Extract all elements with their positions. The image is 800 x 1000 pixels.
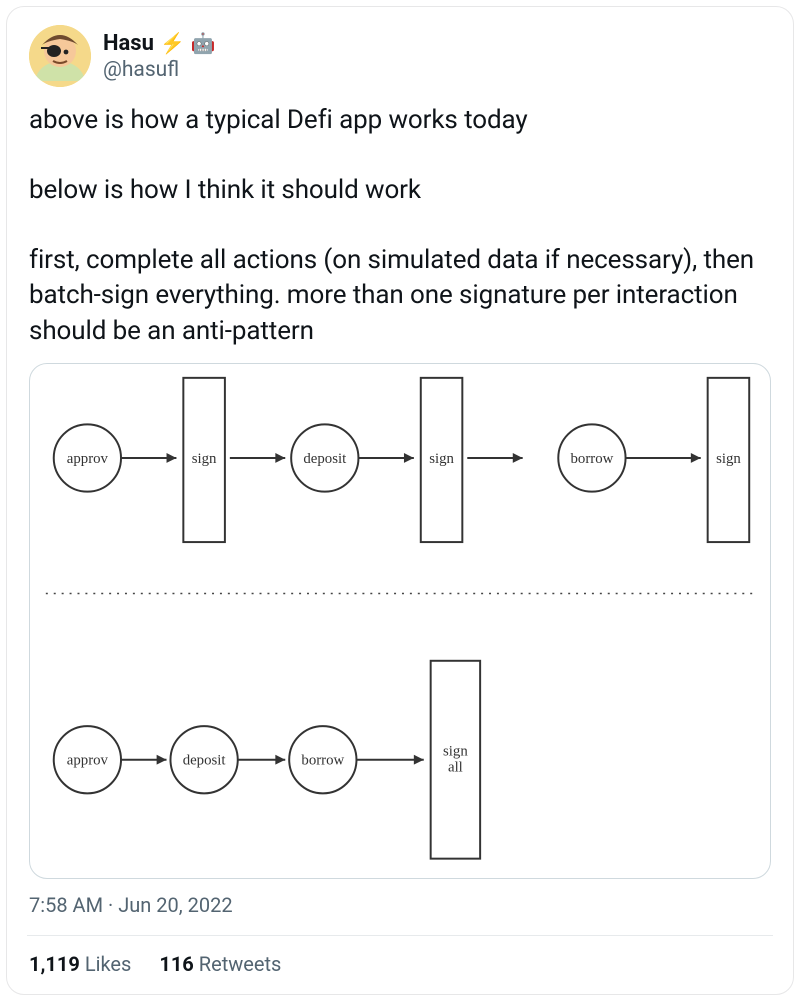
- node-sign-3: sign: [716, 451, 741, 467]
- node-deposit-bottom: deposit: [183, 752, 227, 768]
- node-approv-top: approv: [67, 451, 109, 467]
- node-approv-bottom: approv: [67, 752, 109, 768]
- tweet-header: Hasu ⚡ 🤖 @hasufl: [29, 25, 771, 87]
- timestamp[interactable]: 7:58 AM · Jun 20, 2022: [29, 893, 771, 917]
- tweet-media-diagram[interactable]: approv sign deposit sign borrow: [29, 363, 771, 879]
- timestamp-time: 7:58 AM: [29, 893, 103, 917]
- robot-icon: 🤖: [191, 31, 216, 55]
- author-name: Hasu: [103, 31, 154, 56]
- author-name-line[interactable]: Hasu ⚡ 🤖: [103, 31, 216, 56]
- retweets-label: Retweets: [199, 952, 282, 976]
- tweet-text: above is how a typical Defi app works to…: [29, 103, 771, 349]
- likes[interactable]: 1,119Likes: [29, 952, 131, 976]
- tweet-container: Hasu ⚡ 🤖 @hasufl above is how a typical …: [6, 6, 794, 995]
- node-sign-all-line1: sign: [443, 743, 468, 759]
- likes-label: Likes: [85, 952, 132, 976]
- likes-count: 1,119: [29, 952, 80, 976]
- author-block: Hasu ⚡ 🤖 @hasufl: [103, 31, 216, 82]
- node-sign-1: sign: [192, 451, 217, 467]
- node-deposit-top: deposit: [303, 451, 347, 467]
- tweet-stats: 1,119Likes 116Retweets: [29, 952, 771, 976]
- node-borrow-top: borrow: [571, 451, 614, 467]
- divider: [27, 935, 773, 936]
- retweets[interactable]: 116Retweets: [159, 952, 281, 976]
- avatar[interactable]: [29, 25, 91, 87]
- lightning-icon: ⚡: [160, 31, 185, 55]
- node-sign-2: sign: [429, 451, 454, 467]
- node-borrow-bottom: borrow: [301, 752, 344, 768]
- timestamp-date: Jun 20, 2022: [118, 893, 232, 917]
- timestamp-sep: ·: [103, 893, 118, 917]
- node-sign-all-line2: all: [448, 759, 463, 775]
- retweets-count: 116: [159, 952, 193, 976]
- author-handle[interactable]: @hasufl: [103, 58, 216, 82]
